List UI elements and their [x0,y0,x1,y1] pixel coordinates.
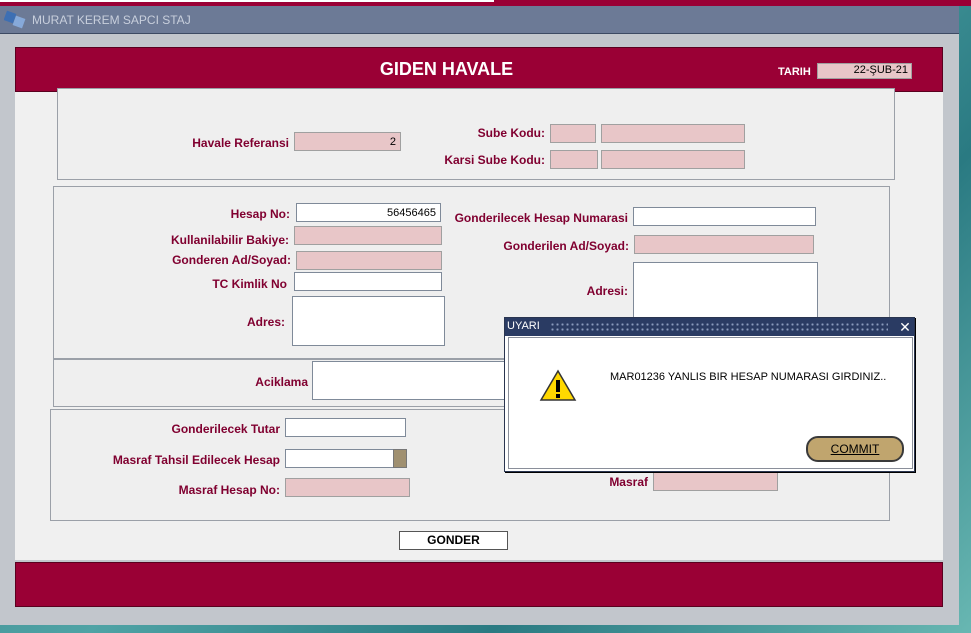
tc-kimlik-input[interactable] [294,272,442,291]
gonderen-ad-field [296,251,442,270]
karsi-sube-kodu-label: Karsi Sube Kodu: [444,153,545,167]
adres-textarea[interactable] [292,296,445,346]
dialog-message: MAR01236 YANLIS BIR HESAP NUMARASI GIRDI… [610,371,887,383]
dialog-grip [550,322,888,332]
hesap-no-label: Hesap No: [230,207,290,221]
sube-kodu-label: Sube Kodu: [477,126,545,140]
kullanilabilir-bakiye-label: Kullanilabilir Bakiye: [170,233,289,247]
window-title: MURAT KEREM SAPCI STAJ [32,13,191,27]
dialog-title: UYARI [507,320,540,332]
top-strip-highlight [0,0,494,2]
kullanilabilir-bakiye-field [294,226,442,245]
masraf-hesap-label: Masraf Hesap No: [178,483,280,497]
gonder-button[interactable]: GONDER [399,531,508,550]
warning-icon [539,369,577,401]
aciklama-label: Aciklama [255,375,308,389]
chevron-down-icon[interactable] [393,449,407,468]
sube-kodu-field[interactable] [550,124,596,143]
adres-label: Adres: [246,315,285,329]
gonderen-ad-label: Gonderen Ad/Soyad: [172,253,291,267]
page-title: GIDEN HAVALE [379,59,514,79]
gonderilecek-tutar-input[interactable] [285,418,406,437]
commit-button-label: COMMIT [830,442,880,456]
form-footer [15,562,943,607]
date-label: TARIH [778,66,811,78]
close-icon[interactable]: ✕ [896,318,914,336]
masraf-tahsil-label: Masraf Tahsil Edilecek Hesap [112,453,280,467]
havale-referansi-label: Havale Referansi [192,136,289,150]
masraf-tahsil-select[interactable] [285,449,394,468]
commit-button[interactable]: COMMIT [806,436,904,462]
gonderilecek-hesap-label: Gonderilecek Hesap Numarasi [454,211,628,225]
masraf-label: Masraf [609,475,648,489]
masraf-field [653,472,778,491]
masraf-hesap-field [285,478,410,497]
date-field: 22-ŞUB-21 [817,63,912,79]
gonderilen-ad-label: Gonderilen Ad/Soyad: [503,239,629,253]
tc-kimlik-label: TC Kimlik No [212,277,287,291]
hesap-no-input[interactable]: 56456465 [296,203,441,222]
gonderilen-ad-field [634,235,814,254]
sube-kodu-desc-field [601,124,745,143]
karsi-sube-kodu-field[interactable] [550,150,598,169]
karsi-sube-kodu-desc-field [601,150,745,169]
adresi-label: Adresi: [586,284,628,298]
app-logo-icon [4,10,26,29]
gonderilecek-hesap-input[interactable] [633,207,816,226]
adresi-textarea[interactable] [633,262,818,320]
aciklama-input[interactable] [312,361,512,400]
havale-referansi-field[interactable]: 2 [294,132,401,151]
gonderilecek-tutar-label: Gonderilecek Tutar [171,422,280,436]
